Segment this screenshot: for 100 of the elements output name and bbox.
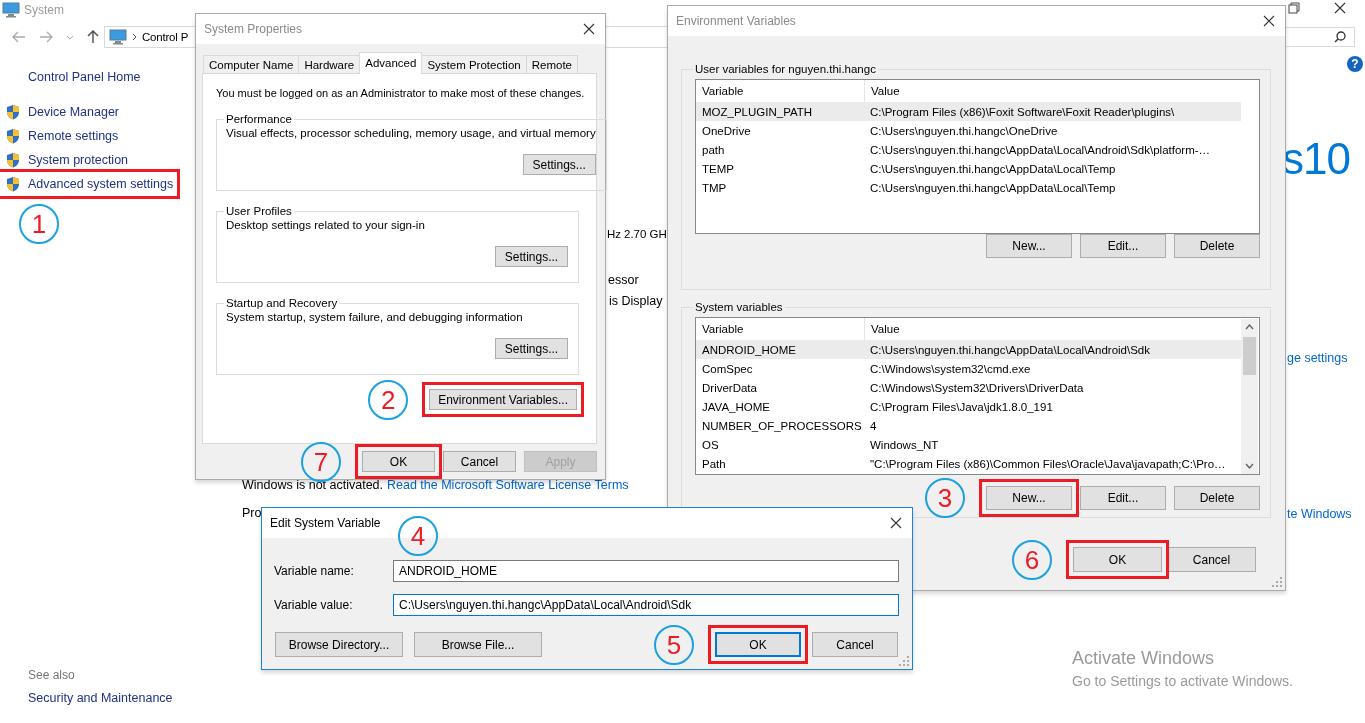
computer-icon: [2, 1, 20, 18]
resize-grip-icon[interactable]: [1272, 577, 1282, 587]
new-button[interactable]: New...: [986, 486, 1072, 510]
sidebar-item[interactable]: Remote settings: [0, 128, 119, 144]
tab[interactable]: Remote: [525, 55, 578, 73]
table-row[interactable]: MOZ_PLUGIN_PATH C:\Program Files (x86)\Foxit Software\Foxit Reader\plugins\: [696, 102, 1241, 121]
browse-file-button[interactable]: Browse File...: [414, 632, 542, 657]
table-cell-text: "C:\Program Files (x86)\Common Files\Oracle\Java\javapath;C:\Pro…: [869, 456, 1227, 472]
group-title: Performance: [225, 113, 293, 125]
field-label: Variable name:: [274, 564, 355, 578]
activation-title: Activate Windows: [1072, 648, 1216, 669]
table-cell-text: C:\Users\nguyen.thi.hangc\AppData\Local\Temp: [869, 161, 1117, 177]
close-icon[interactable]: [1334, 2, 1346, 14]
group-description: Visual effects, processor scheduling, memory usage, and virtual memory: [226, 127, 596, 141]
table-cell-text: ComSpec: [701, 361, 754, 377]
browse-directory-button[interactable]: Browse Directory...: [275, 632, 403, 657]
environment-variables-button[interactable]: Environment Variables...: [429, 389, 577, 410]
sidebar-item[interactable]: Device Manager: [0, 104, 119, 120]
table-cell-text: OneDrive: [701, 123, 752, 139]
scrollbar[interactable]: [1241, 319, 1258, 474]
text-fragment: is Display: [609, 294, 663, 308]
group-title: User variables for nguyen.thi.hangc: [694, 63, 877, 75]
up-arrow-icon[interactable]: [87, 30, 99, 44]
column-header[interactable]: Variable: [696, 318, 864, 340]
table-row[interactable]: path C:\Users\nguyen.thi.hangc\AppData\Local\Android\Sdk\platform-…: [696, 140, 1241, 159]
table-row[interactable]: JAVA_HOME C:\Program Files\Java\jdk1.8.0_191: [696, 397, 1241, 416]
chevron-icon: [132, 33, 137, 41]
step-number-marker: 1: [19, 204, 59, 244]
table-cell-text: C:\Users\nguyen.thi.hangc\OneDrive: [869, 123, 1059, 139]
see-also-link[interactable]: Security and Maintenance: [28, 691, 173, 705]
tab[interactable]: System Protection: [421, 55, 527, 73]
edit-button[interactable]: Edit...: [1080, 234, 1166, 258]
restore-icon[interactable]: [1288, 2, 1300, 14]
settings-button[interactable]: Settings...: [495, 338, 568, 359]
table-cell-text: NUMBER_OF_PROCESSORS: [701, 418, 863, 434]
table-cell-text: TMP: [701, 180, 728, 196]
table-cell-text: JAVA_HOME: [701, 399, 771, 415]
link[interactable]: ge settings: [1287, 351, 1348, 365]
text-fragment: essor: [608, 273, 639, 287]
step-number-marker: 4: [398, 516, 438, 556]
table-row[interactable]: ComSpec C:\Windows\system32\cmd.exe: [696, 359, 1241, 378]
activation-text: Go to Settings to activate Windows.: [1072, 673, 1293, 689]
ok-button[interactable]: OK: [1073, 547, 1162, 572]
delete-button[interactable]: Delete: [1174, 234, 1260, 258]
table-cell-text: ANDROID_HOME: [701, 342, 797, 358]
step-number-marker: 5: [654, 624, 694, 665]
new-button[interactable]: New...: [986, 234, 1072, 258]
cancel-button[interactable]: Cancel: [443, 451, 516, 472]
delete-button[interactable]: Delete: [1174, 486, 1260, 510]
ok-button[interactable]: OK: [362, 451, 435, 472]
table-row[interactable]: OS Windows_NT: [696, 435, 1241, 454]
sidebar-item[interactable]: System protection: [0, 152, 129, 168]
table-cell-text: MOZ_PLUGIN_PATH: [701, 104, 814, 120]
help-button[interactable]: ?: [1347, 56, 1363, 72]
column-header[interactable]: Variable: [696, 80, 864, 102]
link[interactable]: te Windows: [1287, 507, 1352, 521]
table-cell-text: path: [701, 142, 726, 158]
shield-icon: [6, 152, 20, 168]
dialog-title: Edit System Variable: [270, 516, 381, 530]
text-fragment: Hz: [607, 228, 622, 240]
settings-button[interactable]: Settings...: [522, 154, 596, 175]
table-cell-text: C:\Windows\system32\cmd.exe: [869, 361, 1032, 377]
logo-text: s10: [1282, 134, 1350, 184]
table-row[interactable]: OneDrive C:\Users\nguyen.thi.hangc\OneDrive: [696, 121, 1241, 140]
control-panel-home-link[interactable]: Control Panel Home: [28, 70, 141, 84]
edit-button[interactable]: Edit...: [1080, 486, 1166, 510]
shield-icon: [6, 104, 20, 120]
search-field[interactable]: [1285, 27, 1355, 47]
tab[interactable]: Computer Name: [203, 55, 300, 73]
table-cell-text: Path: [701, 456, 727, 472]
sidebar-item[interactable]: Advanced system settings: [0, 176, 174, 192]
cancel-button[interactable]: Cancel: [1167, 547, 1256, 572]
step-number-marker: 6: [1012, 539, 1052, 580]
group-title: User Profiles: [225, 205, 293, 217]
close-icon[interactable]: [890, 517, 902, 529]
table-row[interactable]: NUMBER_OF_PROCESSORS 4: [696, 416, 1241, 435]
cancel-button[interactable]: Cancel: [812, 632, 898, 657]
tab[interactable]: Advanced: [359, 52, 423, 74]
table-row[interactable]: DriverData C:\Windows\System32\Drivers\DriverData: [696, 378, 1241, 397]
close-icon[interactable]: [1263, 15, 1275, 27]
table-row[interactable]: ANDROID_HOME C:\Users\nguyen.thi.hangc\AppData\Local\Android\Sdk: [696, 340, 1241, 359]
table-row[interactable]: TEMP C:\Users\nguyen.thi.hangc\AppData\Local\Temp: [696, 159, 1241, 178]
field-label: Variable value:: [274, 598, 354, 612]
search-icon: [1334, 31, 1346, 43]
settings-button[interactable]: Settings...: [495, 246, 568, 267]
link[interactable]: Read the Microsoft Software License Terms: [387, 478, 629, 492]
notice-text: You must be logged on as an Administrator to make most of these changes.: [215, 87, 585, 99]
text-fragment: 2.70 GH: [624, 228, 667, 240]
table-row[interactable]: TMP C:\Users\nguyen.thi.hangc\AppData\Local\Temp: [696, 178, 1241, 197]
ok-button[interactable]: OK: [715, 632, 801, 657]
input-field[interactable]: ANDROID_HOME: [393, 560, 899, 582]
group-title: Startup and Recovery: [225, 297, 339, 309]
shield-icon: [6, 128, 20, 144]
resize-grip-icon[interactable]: [899, 656, 909, 666]
table-cell-text: TEMP: [701, 161, 735, 177]
input-field[interactable]: C:\Users\nguyen.thi.hangc\AppData\Local\Android\Sdk: [393, 594, 899, 616]
section-heading: See also: [28, 668, 76, 682]
close-icon[interactable]: [583, 23, 595, 35]
group-title: System variables: [694, 301, 784, 313]
table-row[interactable]: Path "C:\Program Files (x86)\Common Files\Oracle\Java\javapath;C:\Pro…: [696, 454, 1241, 473]
